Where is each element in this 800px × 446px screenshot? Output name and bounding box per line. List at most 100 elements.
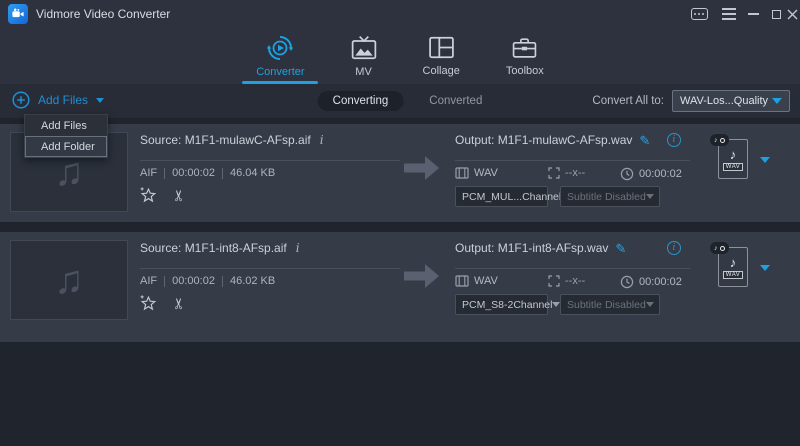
tab-mv-label: MV xyxy=(355,66,372,78)
divider xyxy=(140,268,400,269)
source-duration: 00:00:02 xyxy=(172,275,215,287)
clock-icon xyxy=(620,275,634,289)
tab-converting[interactable]: Converting xyxy=(318,91,404,111)
close-button[interactable] xyxy=(782,5,800,23)
divider xyxy=(455,160,690,161)
main-nav-tabs: Converter MV Collage xyxy=(0,28,800,84)
tab-toolbox[interactable]: Toolbox xyxy=(500,28,550,84)
music-note-icon: ♫ xyxy=(54,152,84,192)
audio-track-select[interactable]: PCM_S8-2Channel xyxy=(455,294,548,315)
source-duration: 00:00:02 xyxy=(172,167,215,179)
format-dropdown-caret[interactable] xyxy=(760,265,770,271)
subtitle-select[interactable]: Subtitle Disabled xyxy=(560,186,660,207)
divider xyxy=(140,160,400,161)
output-file-icon: ♪ ♪ WAV xyxy=(718,247,748,287)
source-size: 46.02 KB xyxy=(230,275,275,287)
cut-scissors-icon[interactable]: ✂ xyxy=(172,297,187,310)
source-filename: Source: M1F1-mulawC-AFsp.aif xyxy=(140,133,311,147)
output-filename: Output: M1F1-mulawC-AFsp.wav xyxy=(455,133,632,147)
feedback-icon[interactable] xyxy=(689,5,709,23)
queue-tabs: Converting Converted xyxy=(318,84,483,118)
audio-track-select[interactable]: PCM_MUL...Channel xyxy=(455,186,548,207)
add-plus-icon xyxy=(12,91,30,109)
rename-pencil-icon[interactable]: ✎ xyxy=(639,134,650,147)
output-resolution: --x-- xyxy=(565,167,585,179)
convert-all-caret-icon xyxy=(772,98,782,104)
subtitle-value: Subtitle Disabled xyxy=(567,299,646,311)
title-bar: Vidmore Video Converter xyxy=(0,0,800,28)
select-caret-icon xyxy=(646,194,654,199)
add-files-menu: Add Files Add Folder xyxy=(24,114,108,158)
divider xyxy=(455,268,690,269)
convert-arrow-icon xyxy=(404,154,440,182)
badge-disc-icon xyxy=(720,246,725,251)
tab-collage[interactable]: Collage xyxy=(417,28,466,84)
output-duration: 00:00:02 xyxy=(639,168,682,180)
mv-icon xyxy=(351,35,377,61)
cut-scissors-icon[interactable]: ✂ xyxy=(172,189,187,202)
minimize-button[interactable] xyxy=(743,5,763,23)
subtitle-value: Subtitle Disabled xyxy=(567,191,646,203)
convert-arrow-icon xyxy=(404,262,440,290)
convert-all-group: Convert All to: WAV-Los...Quality xyxy=(592,84,790,118)
edit-effects-icon[interactable] xyxy=(139,294,157,312)
resolution-icon xyxy=(548,275,560,287)
rename-pencil-icon[interactable]: ✎ xyxy=(615,242,626,255)
audio-badge: ♪ xyxy=(710,134,729,146)
file-type-label: WAV xyxy=(723,163,744,171)
file-row-1: ♫ Source: M1F1-mulawC-AFsp.aif i AIF 00:… xyxy=(0,124,800,222)
toolbox-icon xyxy=(512,35,537,60)
tab-collage-label: Collage xyxy=(423,65,460,77)
output-filename: Output: M1F1-int8-AFsp.wav xyxy=(455,241,608,255)
convert-all-select[interactable]: WAV-Los...Quality xyxy=(672,90,790,112)
converter-icon xyxy=(267,35,293,61)
collage-icon xyxy=(429,35,454,60)
toolbar: Add Files Converting Converted Convert A… xyxy=(0,84,800,118)
app-window: Vidmore Video Converter xyxy=(0,0,800,446)
output-info-icon[interactable]: i xyxy=(667,133,681,147)
source-info-icon[interactable]: i xyxy=(320,133,324,147)
clock-icon xyxy=(620,167,634,181)
add-files-button[interactable]: Add Files xyxy=(12,91,104,109)
menu-hamburger-icon[interactable] xyxy=(719,5,739,23)
menu-item-add-folder[interactable]: Add Folder xyxy=(25,136,107,157)
subtitle-select[interactable]: Subtitle Disabled xyxy=(560,294,660,315)
source-size: 46.04 KB xyxy=(230,167,275,179)
tab-converter[interactable]: Converter xyxy=(250,28,310,84)
menu-item-add-files[interactable]: Add Files xyxy=(25,115,107,136)
output-file-icon: ♪ ♪ WAV xyxy=(718,139,748,179)
tab-converted[interactable]: Converted xyxy=(429,95,482,107)
app-logo-icon xyxy=(8,4,28,24)
select-caret-icon xyxy=(646,302,654,307)
source-filename: Source: M1F1-int8-AFsp.aif xyxy=(140,241,287,255)
app-title: Vidmore Video Converter xyxy=(36,7,170,21)
audio-track-value: PCM_S8-2Channel xyxy=(462,299,552,311)
file-note-icon: ♪ xyxy=(730,256,737,269)
format-dropdown-caret[interactable] xyxy=(760,157,770,163)
source-info-icon[interactable]: i xyxy=(296,241,300,255)
output-duration: 00:00:02 xyxy=(639,276,682,288)
tab-converter-label: Converter xyxy=(256,66,304,78)
convert-all-label: Convert All to: xyxy=(592,95,664,107)
output-format: WAV xyxy=(474,275,498,287)
file-row-2: ♫ Source: M1F1-int8-AFsp.aif i AIF 00:00… xyxy=(0,232,800,342)
audio-track-value: PCM_MUL...Channel xyxy=(462,191,561,203)
format-film-icon xyxy=(455,275,469,287)
output-format: WAV xyxy=(474,167,498,179)
file-type-label: WAV xyxy=(723,271,744,279)
tab-toolbox-label: Toolbox xyxy=(506,65,544,77)
badge-note-icon: ♪ xyxy=(714,245,718,252)
badge-disc-icon xyxy=(720,138,725,143)
add-files-caret-icon xyxy=(96,98,104,103)
convert-all-value: WAV-Los...Quality xyxy=(680,95,768,107)
file-note-icon: ♪ xyxy=(730,148,737,161)
audio-badge: ♪ xyxy=(710,242,729,254)
resolution-icon xyxy=(548,167,560,179)
edit-effects-icon[interactable] xyxy=(139,186,157,204)
tab-mv[interactable]: MV xyxy=(345,28,383,84)
output-info-icon[interactable]: i xyxy=(667,241,681,255)
badge-note-icon: ♪ xyxy=(714,137,718,144)
source-format: AIF xyxy=(140,275,157,287)
source-format: AIF xyxy=(140,167,157,179)
format-film-icon xyxy=(455,167,469,179)
